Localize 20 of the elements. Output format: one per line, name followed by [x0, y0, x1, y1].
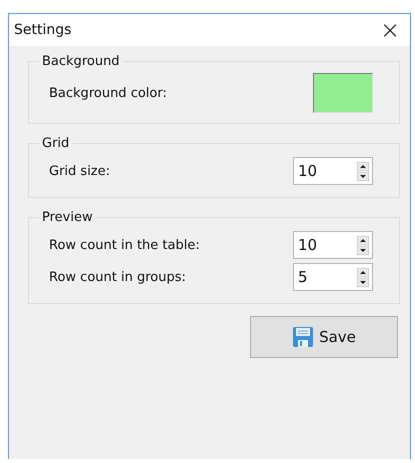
group-title: Background	[41, 54, 121, 69]
field-label: Grid size:	[49, 164, 110, 178]
window-title: Settings	[14, 22, 72, 38]
down-arrow-icon[interactable]	[357, 172, 369, 180]
field-label: Background color:	[49, 86, 167, 100]
close-button[interactable]: ×	[370, 14, 410, 46]
up-arrow-icon[interactable]	[357, 236, 369, 244]
down-arrow-icon[interactable]	[357, 278, 369, 286]
field-label: Row count in groups:	[49, 270, 186, 284]
up-arrow-icon[interactable]	[357, 268, 369, 276]
number-spinner[interactable]: 5	[293, 263, 373, 291]
down-arrow-icon[interactable]	[357, 246, 369, 254]
up-arrow-icon[interactable]	[357, 162, 369, 170]
color-swatch[interactable]	[313, 73, 373, 113]
save-button[interactable]: Save	[250, 316, 398, 358]
group-title: Preview	[41, 210, 94, 225]
number-spinner[interactable]: 10	[293, 231, 373, 259]
group-title: Grid	[41, 136, 70, 151]
number-spinner[interactable]: 10	[293, 157, 373, 185]
field-label: Row count in the table:	[49, 238, 200, 252]
